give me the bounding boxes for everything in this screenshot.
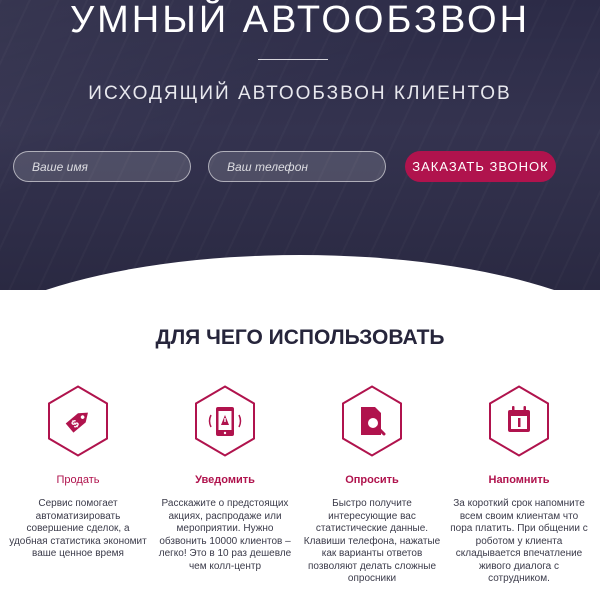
phone-alert-icon bbox=[194, 385, 256, 457]
feature-label: Опросить bbox=[345, 474, 399, 486]
hero-background-image bbox=[0, 0, 600, 290]
name-input[interactable] bbox=[13, 151, 191, 182]
price-tag-dollar-icon: $ bbox=[47, 385, 109, 457]
feature-label: Продать bbox=[56, 474, 100, 486]
document-search-icon bbox=[341, 385, 403, 457]
feature-label: Уведомить bbox=[195, 474, 255, 486]
hero-title: УМНЫЙ АВТООБЗВОН bbox=[69, 0, 531, 41]
request-call-button[interactable]: ЗАКАЗАТЬ ЗВОНОК bbox=[405, 151, 556, 182]
feature-description: Сервис помогает автоматизировать соверше… bbox=[9, 498, 147, 559]
feature-description: Быстро получите интересующие вас статист… bbox=[303, 498, 441, 584]
hero-subtitle: ИСХОДЯЩИЙ АВТООБЗВОН КЛИЕНТОВ bbox=[88, 83, 512, 104]
calendar-icon bbox=[488, 385, 550, 457]
hero-section: УМНЫЙ АВТООБЗВОН ИСХОДЯЩИЙ АВТООБЗВОН КЛ… bbox=[0, 0, 600, 290]
phone-input[interactable] bbox=[208, 151, 386, 182]
feature-label: Напомнить bbox=[488, 474, 550, 486]
feature-description: За короткий срок напомните всем своим кл… bbox=[450, 498, 588, 584]
features-title: ДЛЯ ЧЕГО ИСПОЛЬЗОВАТЬ bbox=[155, 326, 445, 349]
feature-description: Расскажите о предстоящих акциях, распрод… bbox=[158, 498, 292, 572]
hero-divider bbox=[258, 59, 328, 60]
